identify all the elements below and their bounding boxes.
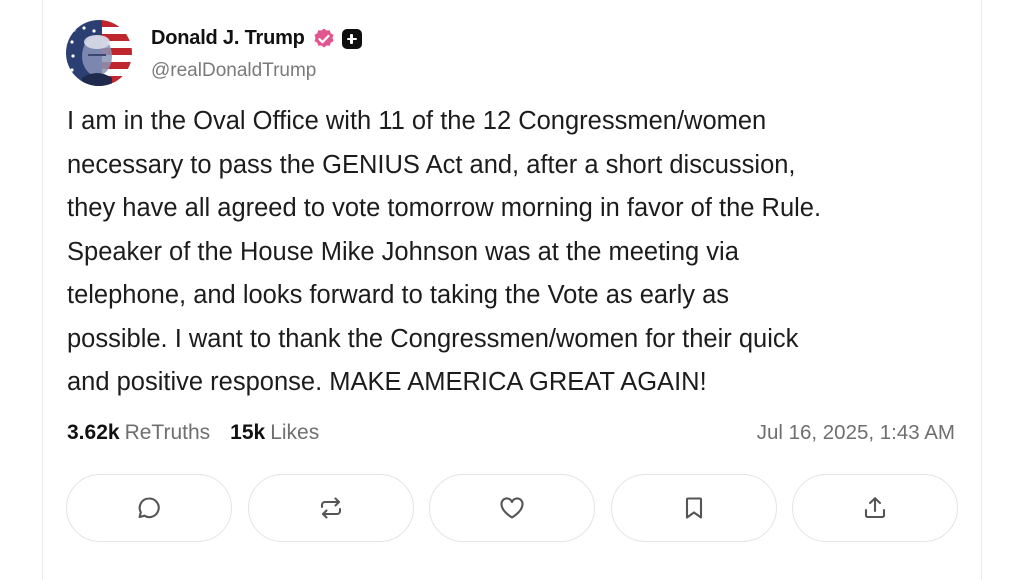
bookmark-icon — [685, 497, 702, 519]
author-name[interactable]: Donald J. Trump — [151, 27, 305, 50]
author-handle[interactable]: @realDonaldTrump — [151, 60, 362, 82]
post-timestamp: Jul 16, 2025, 1:43 AM — [756, 421, 955, 444]
action-bar — [66, 474, 958, 542]
like-button[interactable] — [429, 474, 595, 542]
share-icon — [864, 497, 886, 519]
retruths-label[interactable]: ReTruths — [125, 421, 211, 445]
post-stats: 3.62k ReTruths 15k Likes Jul 16, 2025, 1… — [67, 418, 955, 448]
verified-badge-icon — [314, 28, 334, 47]
retruths-count[interactable]: 3.62k — [67, 421, 120, 445]
post-body: I am in the Oval Office with 11 of the 1… — [67, 107, 822, 396]
post-header: Donald J. Trump @realDonaldTrump — [66, 20, 362, 86]
comment-icon — [138, 497, 160, 519]
likes-label[interactable]: Likes — [270, 421, 319, 445]
avatar-image — [66, 20, 132, 86]
likes-count[interactable]: 15k — [230, 421, 265, 445]
plus-badge-icon — [341, 28, 362, 49]
heart-icon — [500, 497, 524, 519]
repost-icon — [320, 497, 341, 519]
author-info: Donald J. Trump @realDonaldTrump — [151, 25, 362, 82]
name-row: Donald J. Trump — [151, 25, 362, 53]
retruth-button[interactable] — [247, 474, 414, 542]
reply-button[interactable] — [66, 474, 232, 542]
bookmark-button[interactable] — [610, 474, 777, 542]
avatar[interactable] — [66, 20, 132, 86]
share-button[interactable] — [792, 474, 958, 542]
